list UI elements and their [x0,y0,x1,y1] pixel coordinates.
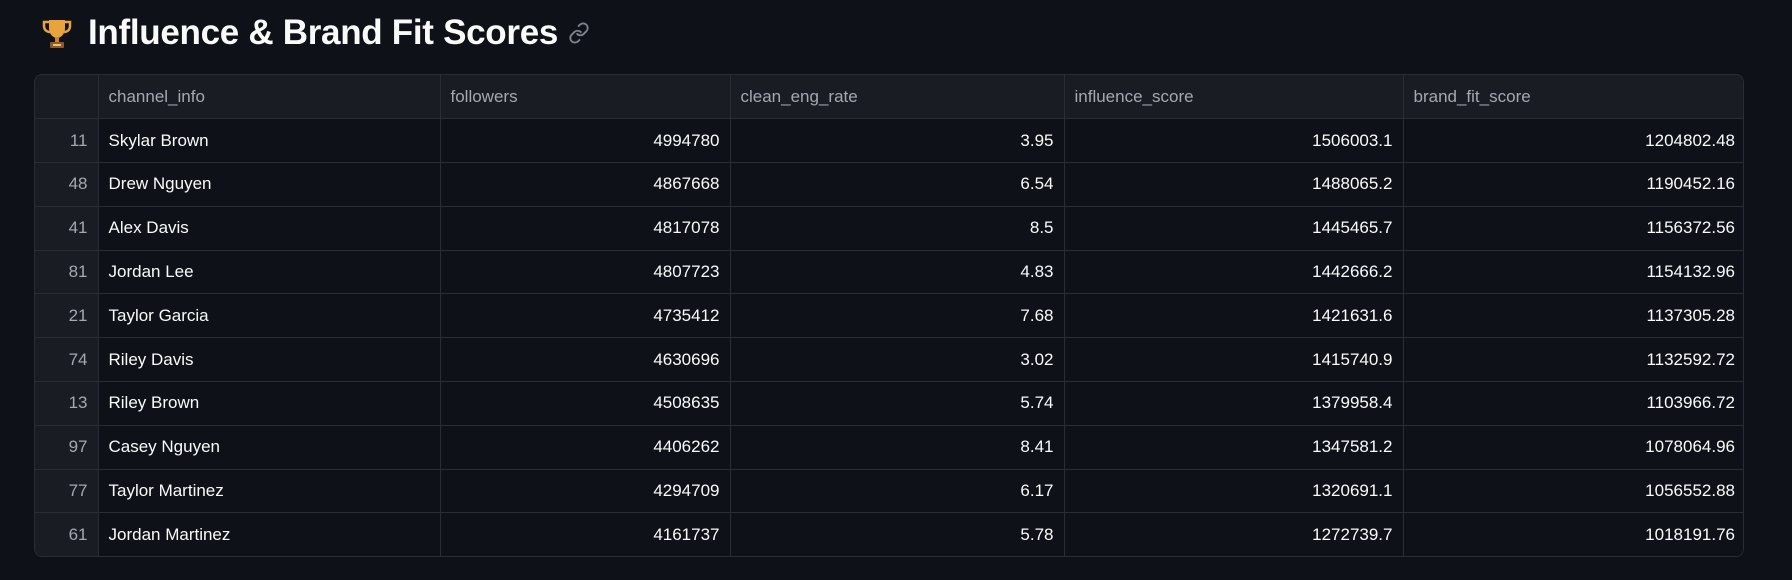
cell-followers[interactable]: 4807723 [440,250,731,295]
cell-channel-info[interactable]: Jordan Martinez [98,512,441,556]
cell-channel-info[interactable]: Riley Davis [98,337,441,383]
cell-channel-info[interactable]: Skylar Brown [98,118,441,164]
cell-followers[interactable]: 4735412 [440,293,731,339]
table-row[interactable]: 21 Taylor Garcia 4735412 7.68 1421631.6 11373… [35,293,1743,339]
table-row[interactable]: 61 Jordan Martinez 4161737 5.78 1272739.7 101… [35,512,1743,556]
cell-followers[interactable]: 4508635 [440,381,731,426]
column-header-followers[interactable]: followers [440,75,731,120]
cell-followers[interactable]: 4161737 [440,512,731,556]
cell-followers[interactable]: 4630696 [440,337,731,383]
page-heading: Influence & Brand Fit Scores [40,10,590,56]
row-index[interactable]: 13 [35,381,99,426]
cell-influence-score[interactable]: 1488065.2 [1064,162,1404,207]
table-row[interactable]: 81 Jordan Lee 4807723 4.83 1442666.2 1154132.… [35,250,1743,295]
cell-clean-eng-rate[interactable]: 4.83 [730,250,1065,295]
table-row[interactable]: 97 Casey Nguyen 4406262 8.41 1347581.2 107806… [35,425,1743,470]
row-index[interactable]: 21 [35,293,99,339]
row-index[interactable]: 48 [35,162,99,207]
trophy-icon [40,16,74,50]
cell-brand-fit-score[interactable]: 1078064.96 [1403,425,1743,470]
cell-brand-fit-score[interactable]: 1190452.16 [1403,162,1743,207]
cell-brand-fit-score[interactable]: 1056552.88 [1403,469,1743,514]
column-header-channel-info[interactable]: channel_info [98,75,441,120]
cell-brand-fit-score[interactable]: 1204802.48 [1403,118,1743,164]
cell-influence-score[interactable]: 1442666.2 [1064,250,1404,295]
row-index[interactable]: 77 [35,469,99,514]
cell-brand-fit-score[interactable]: 1103966.72 [1403,381,1743,426]
cell-clean-eng-rate[interactable]: 6.17 [730,469,1065,514]
table-row[interactable]: 11 Skylar Brown 4994780 3.95 1506003.1 120480… [35,118,1743,164]
row-index[interactable]: 74 [35,337,99,383]
cell-followers[interactable]: 4294709 [440,469,731,514]
cell-influence-score[interactable]: 1272739.7 [1064,512,1404,556]
column-header-influence-score[interactable]: influence_score [1064,75,1404,120]
cell-followers[interactable]: 4406262 [440,425,731,470]
cell-channel-info[interactable]: Jordan Lee [98,250,441,295]
cell-clean-eng-rate[interactable]: 3.95 [730,118,1065,164]
column-header-brand-fit-score[interactable]: brand_fit_score [1403,75,1743,120]
cell-brand-fit-score[interactable]: 1156372.56 [1403,206,1743,251]
table-row[interactable]: 77 Taylor Martinez 4294709 6.17 1320691.1 105… [35,469,1743,514]
page: Influence & Brand Fit Scores channel_inf… [0,0,1792,580]
cell-influence-score[interactable]: 1506003.1 [1064,118,1404,164]
cell-channel-info[interactable]: Taylor Martinez [98,469,441,514]
cell-channel-info[interactable]: Alex Davis [98,206,441,251]
cell-brand-fit-score[interactable]: 1132592.72 [1403,337,1743,383]
cell-clean-eng-rate[interactable]: 5.78 [730,512,1065,556]
table-row[interactable]: 41 Alex Davis 4817078 8.5 1445465.7 1156372.5… [35,206,1743,251]
table-header-row: channel_info followers clean_eng_rate in… [35,75,1743,120]
index-header [35,75,99,120]
anchor-link-icon[interactable] [568,22,590,44]
cell-brand-fit-score[interactable]: 1154132.96 [1403,250,1743,295]
cell-clean-eng-rate[interactable]: 8.5 [730,206,1065,251]
table-row[interactable]: 13 Riley Brown 4508635 5.74 1379958.4 1103966… [35,381,1743,426]
cell-influence-score[interactable]: 1379958.4 [1064,381,1404,426]
cell-clean-eng-rate[interactable]: 3.02 [730,337,1065,383]
cell-clean-eng-rate[interactable]: 8.41 [730,425,1065,470]
table-row[interactable]: 48 Drew Nguyen 4867668 6.54 1488065.2 1190452… [35,162,1743,207]
row-index[interactable]: 61 [35,512,99,556]
cell-channel-info[interactable]: Drew Nguyen [98,162,441,207]
cell-brand-fit-score[interactable]: 1018191.76 [1403,512,1743,556]
cell-followers[interactable]: 4867668 [440,162,731,207]
cell-influence-score[interactable]: 1421631.6 [1064,293,1404,339]
row-index[interactable]: 81 [35,250,99,295]
cell-channel-info[interactable]: Taylor Garcia [98,293,441,339]
cell-clean-eng-rate[interactable]: 6.54 [730,162,1065,207]
table-row[interactable]: 74 Riley Davis 4630696 3.02 1415740.9 1132592… [35,337,1743,383]
cell-brand-fit-score[interactable]: 1137305.28 [1403,293,1743,339]
cell-channel-info[interactable]: Casey Nguyen [98,425,441,470]
cell-clean-eng-rate[interactable]: 7.68 [730,293,1065,339]
row-index[interactable]: 97 [35,425,99,470]
data-table[interactable]: channel_info followers clean_eng_rate in… [34,74,1744,557]
cell-channel-info[interactable]: Riley Brown [98,381,441,426]
cell-followers[interactable]: 4994780 [440,118,731,164]
row-index[interactable]: 11 [35,118,99,164]
cell-influence-score[interactable]: 1347581.2 [1064,425,1404,470]
cell-influence-score[interactable]: 1445465.7 [1064,206,1404,251]
cell-influence-score[interactable]: 1320691.1 [1064,469,1404,514]
cell-clean-eng-rate[interactable]: 5.74 [730,381,1065,426]
column-header-clean-eng-rate[interactable]: clean_eng_rate [730,75,1065,120]
row-index[interactable]: 41 [35,206,99,251]
cell-influence-score[interactable]: 1415740.9 [1064,337,1404,383]
page-title: Influence & Brand Fit Scores [88,13,559,52]
cell-followers[interactable]: 4817078 [440,206,731,251]
